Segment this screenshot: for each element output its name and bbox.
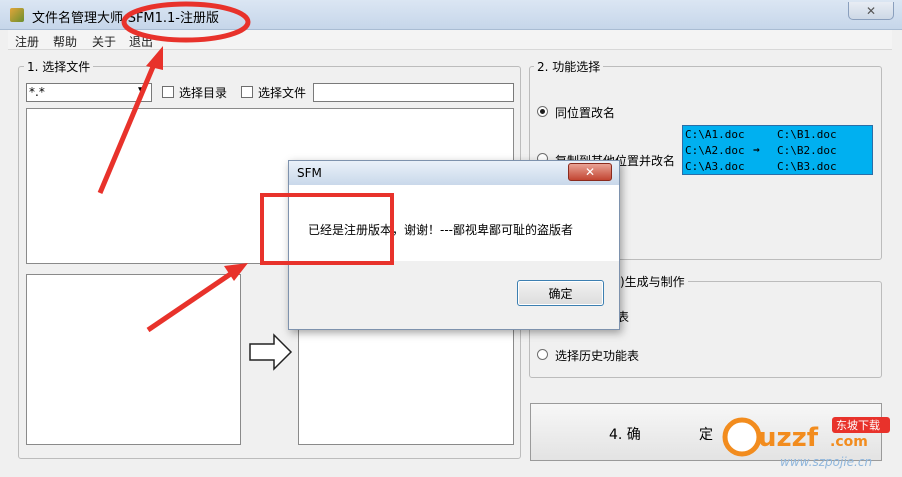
annotation-arrow-title (97, 61, 158, 194)
annotation-arrow-dialog (146, 270, 234, 333)
dialog-ok-label: 确定 (548, 286, 573, 301)
watermark-url: www.szpojie.cn (780, 455, 873, 469)
dialog-close-button[interactable]: ✕ (568, 163, 612, 181)
annotation-arrowhead-title (146, 46, 163, 70)
watermark-badge: 东坡下载 (836, 419, 880, 432)
close-icon: ✕ (584, 165, 596, 179)
annotation-highlight-box (260, 193, 394, 265)
watermark-brand: uzzf (758, 423, 819, 453)
dialog-ok-button[interactable]: 确定 (517, 280, 604, 306)
watermark-logo: uzzf .com 东坡下载 (722, 417, 890, 457)
dialog-title: SFM (297, 166, 322, 180)
watermark-suffix: .com (830, 434, 868, 450)
annotation-ellipse (121, 1, 251, 43)
